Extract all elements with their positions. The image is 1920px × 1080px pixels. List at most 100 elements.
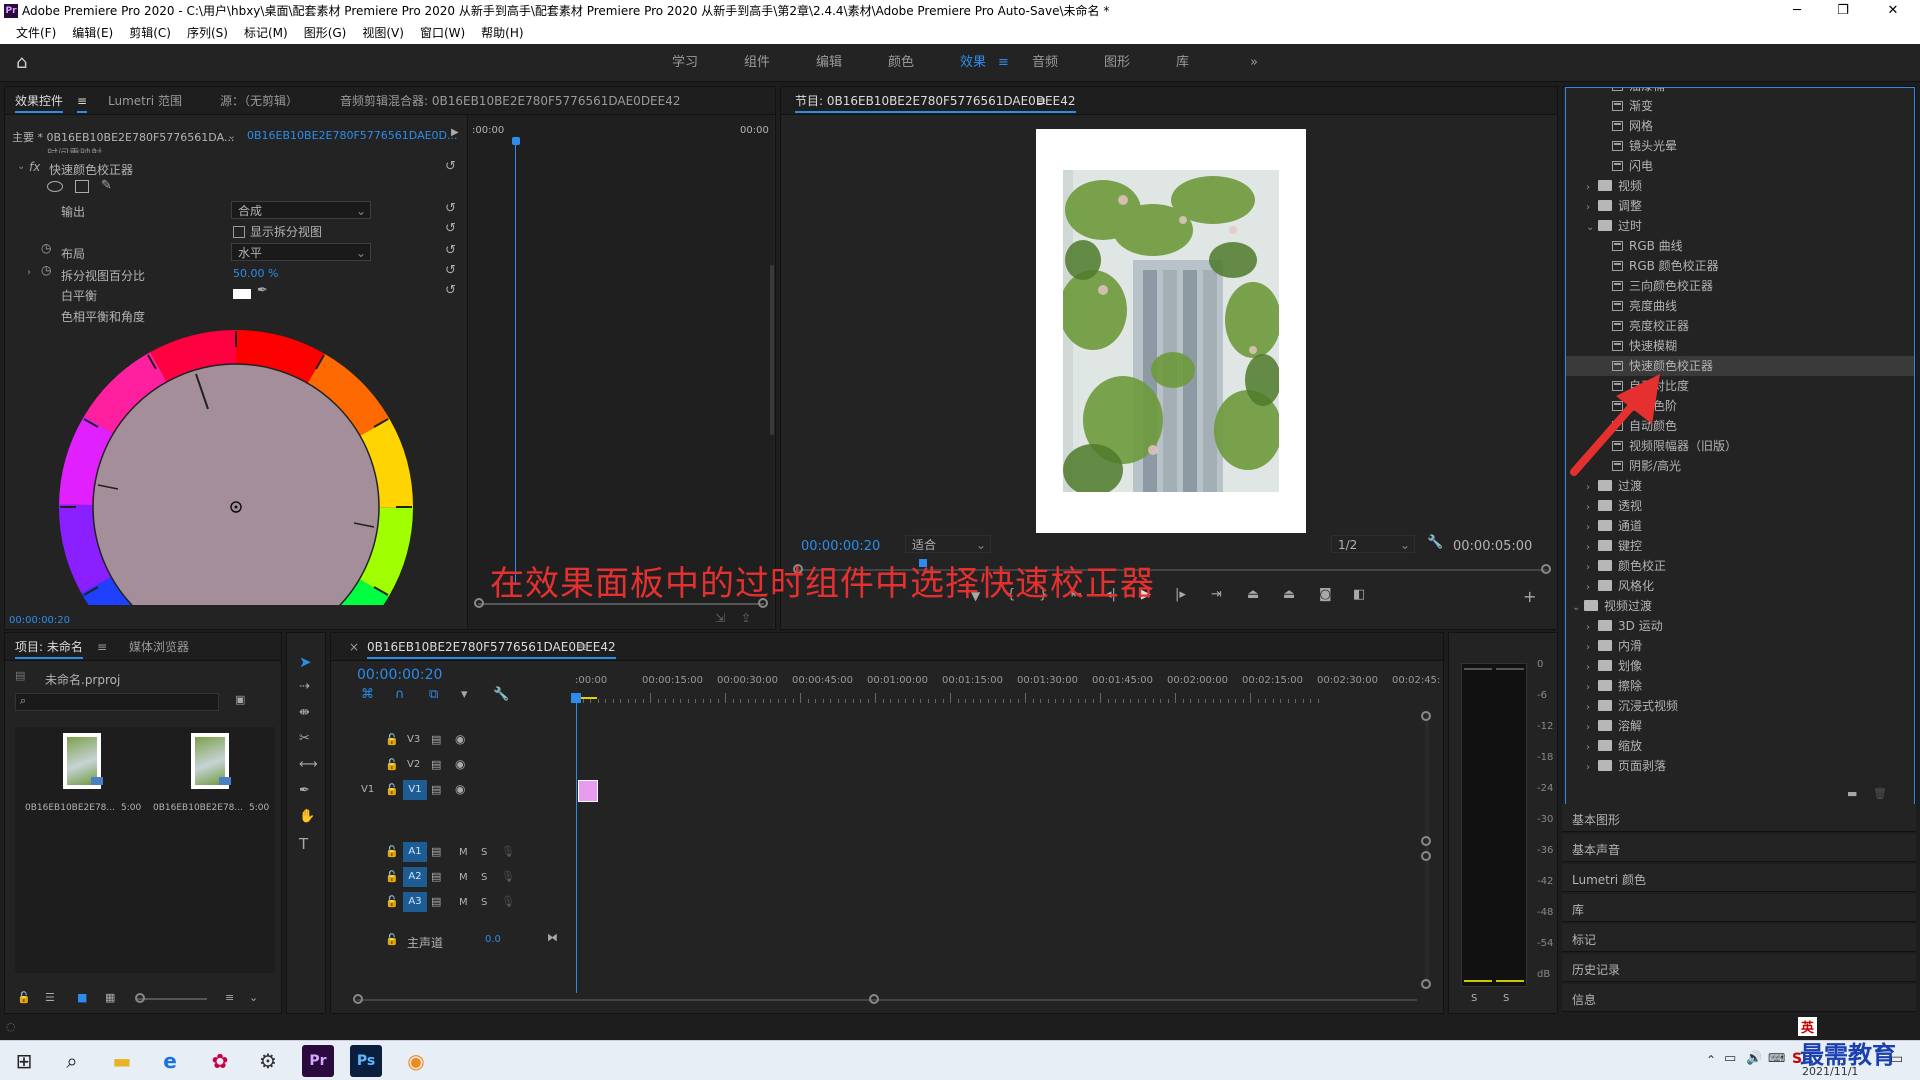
lock-icon[interactable]: 🔓 bbox=[17, 991, 31, 1004]
chevron-right-icon[interactable]: › bbox=[1586, 638, 1598, 658]
workspace-graphics[interactable]: 图形 bbox=[1104, 44, 1130, 82]
menu-item[interactable]: 文件(F) bbox=[8, 22, 64, 44]
panel-section[interactable]: 基本声音 bbox=[1562, 834, 1916, 862]
media-player-icon[interactable]: ◉ bbox=[400, 1045, 432, 1077]
lock-icon[interactable]: 🔓 bbox=[385, 870, 399, 883]
reset-icon[interactable]: ↺ bbox=[445, 243, 456, 258]
chevron-right-icon[interactable]: › bbox=[1586, 698, 1598, 718]
panel-section[interactable]: 基本图形 bbox=[1562, 804, 1916, 832]
chevron-right-icon[interactable]: › bbox=[1586, 198, 1598, 218]
chevron-down-icon[interactable]: ⌄ bbox=[1572, 598, 1584, 618]
solo-button[interactable]: S bbox=[481, 872, 487, 883]
workspace-learn[interactable]: 学习 bbox=[672, 44, 698, 82]
chevron-right-icon[interactable]: › bbox=[1586, 558, 1598, 578]
effect-item[interactable]: 亮度校正器 bbox=[1566, 316, 1914, 336]
menu-item[interactable]: 帮助(H) bbox=[473, 22, 531, 44]
panel-section[interactable]: 历史记录 bbox=[1562, 954, 1916, 982]
ellipse-mask-icon[interactable] bbox=[47, 181, 63, 192]
edge-browser-icon[interactable]: e bbox=[154, 1045, 186, 1077]
search-icon[interactable]: ⌕ bbox=[56, 1045, 88, 1077]
effects-folder[interactable]: › 键控 bbox=[1566, 536, 1914, 556]
chevron-down-icon[interactable]: ⌄ bbox=[249, 991, 258, 1004]
layout-dropdown[interactable]: 水平 ⌄ bbox=[231, 243, 371, 261]
ec-scrollbar[interactable] bbox=[770, 265, 774, 435]
timeline-settings-icon[interactable]: 🔧 bbox=[493, 687, 509, 702]
eyedropper-icon[interactable]: ✒ bbox=[257, 283, 268, 298]
mute-button[interactable]: M bbox=[459, 872, 468, 883]
go-to-end-icon[interactable]: ⧓ bbox=[547, 931, 558, 944]
timeline-vscroll[interactable] bbox=[1425, 713, 1429, 983]
app-icon[interactable]: ✿ bbox=[204, 1045, 236, 1077]
effects-folder[interactable]: ⌄ 过时 bbox=[1566, 216, 1914, 236]
mute-button[interactable]: M bbox=[459, 897, 468, 908]
effects-folder[interactable]: › 内滑 bbox=[1566, 636, 1914, 658]
effects-folder[interactable]: ⌄ 视频过渡 bbox=[1566, 596, 1914, 618]
menu-item[interactable]: 视图(V) bbox=[354, 22, 412, 44]
selection-tool-icon[interactable]: ➤ bbox=[299, 653, 312, 671]
pen-tool-icon[interactable]: ✒ bbox=[299, 783, 310, 798]
source-patch-v1[interactable]: V1 bbox=[361, 784, 374, 795]
chevron-right-icon[interactable]: › bbox=[1586, 178, 1598, 198]
track-target[interactable]: A3 bbox=[403, 892, 427, 912]
stopwatch-icon[interactable]: ◷ bbox=[41, 263, 51, 277]
effect-item[interactable]: 闪电 bbox=[1566, 156, 1914, 176]
chevron-right-icon[interactable]: › bbox=[1586, 758, 1598, 778]
hscroll-handle-right[interactable] bbox=[869, 994, 879, 1004]
solo-button[interactable]: S bbox=[481, 847, 487, 858]
close-sequence-icon[interactable]: × bbox=[349, 633, 359, 661]
vscroll-handle[interactable] bbox=[1421, 851, 1431, 861]
sync-lock-icon[interactable]: ▤ bbox=[431, 758, 441, 771]
microphone-icon[interactable]: 🎙 bbox=[501, 895, 515, 908]
checkbox-icon[interactable] bbox=[233, 226, 245, 238]
effects-folder[interactable]: › 3D 运动 bbox=[1566, 616, 1914, 636]
effects-folder[interactable]: › 视频 bbox=[1566, 176, 1914, 198]
chevron-right-icon[interactable]: › bbox=[1586, 518, 1598, 538]
step-forward-icon[interactable]: |▸ bbox=[1175, 587, 1186, 602]
close-button[interactable]: ✕ bbox=[1870, 0, 1916, 22]
workspace-audio[interactable]: 音频 bbox=[1032, 44, 1058, 82]
output-dropdown[interactable]: 合成 ⌄ bbox=[231, 201, 371, 219]
slip-tool-icon[interactable]: ⟷ bbox=[299, 757, 318, 772]
chevron-right-icon[interactable]: › bbox=[1586, 658, 1598, 678]
network-icon[interactable]: ▭ bbox=[1724, 1051, 1736, 1066]
track-label[interactable]: V3 bbox=[407, 734, 420, 745]
track-target[interactable]: A1 bbox=[403, 842, 427, 862]
tab-project-menu[interactable]: ≡ bbox=[97, 633, 107, 661]
chevron-right-icon[interactable]: › bbox=[1586, 498, 1598, 518]
clip-dropdown-icon[interactable]: ⌄ bbox=[227, 129, 236, 142]
ime-icon[interactable]: ⌨ bbox=[1768, 1051, 1785, 1065]
project-clip[interactable]: 0B16EB10BE2E78... 5:00 bbox=[145, 727, 269, 827]
project-clip[interactable]: 0B16EB10BE2E78... 5:00 bbox=[17, 727, 141, 827]
ime-status[interactable]: 英 bbox=[1798, 1017, 1818, 1036]
type-tool-icon[interactable]: T bbox=[299, 835, 308, 853]
effects-folder[interactable]: › 通道 bbox=[1566, 516, 1914, 538]
fit-dropdown[interactable]: 适合 ⌄ bbox=[905, 535, 991, 553]
master-clip-label[interactable]: 主要 * 0B16EB10BE2E780F5776561DA... bbox=[12, 129, 234, 145]
effect-item[interactable]: 三向颜色校正器 bbox=[1566, 276, 1914, 296]
sync-lock-icon[interactable]: ▤ bbox=[431, 733, 441, 746]
workspace-menu-icon[interactable]: ≡ bbox=[998, 44, 1009, 82]
split-percent-value[interactable]: 50.00 % bbox=[233, 267, 278, 280]
lock-icon[interactable]: 🔓 bbox=[385, 733, 399, 746]
effects-folder[interactable]: › 调整 bbox=[1566, 196, 1914, 218]
solo-left-button[interactable]: S bbox=[1471, 993, 1477, 1004]
track-label[interactable]: V2 bbox=[407, 759, 420, 770]
workspace-assembly[interactable]: 组件 bbox=[744, 44, 770, 82]
track-target[interactable]: A2 bbox=[403, 867, 427, 887]
sequence-menu-icon[interactable]: ≡ bbox=[577, 633, 587, 661]
chevron-right-icon[interactable]: › bbox=[1586, 678, 1598, 698]
fx-toggle-icon[interactable]: fx bbox=[29, 160, 40, 174]
panel-section[interactable]: 信息 bbox=[1562, 984, 1916, 1012]
workspace-editing[interactable]: 编辑 bbox=[816, 44, 842, 82]
maximize-button[interactable]: ❐ bbox=[1820, 0, 1866, 22]
eye-icon[interactable]: ◉ bbox=[455, 757, 465, 771]
windows-start-icon[interactable]: ⊞ bbox=[8, 1045, 40, 1077]
camera-icon[interactable]: ◙ bbox=[1319, 587, 1332, 602]
ec-playhead-handle[interactable] bbox=[512, 137, 520, 145]
vscroll-handle[interactable] bbox=[1421, 979, 1431, 989]
reset-icon[interactable]: ↺ bbox=[445, 201, 456, 216]
clip-name-link[interactable]: 0B16EB10BE2E780F5776561DAE0D... bbox=[247, 129, 458, 142]
ripple-edit-tool-icon[interactable]: ⇼ bbox=[299, 705, 310, 720]
lock-icon[interactable]: 🔓 bbox=[385, 845, 399, 858]
reset-icon[interactable]: ↺ bbox=[445, 221, 456, 236]
